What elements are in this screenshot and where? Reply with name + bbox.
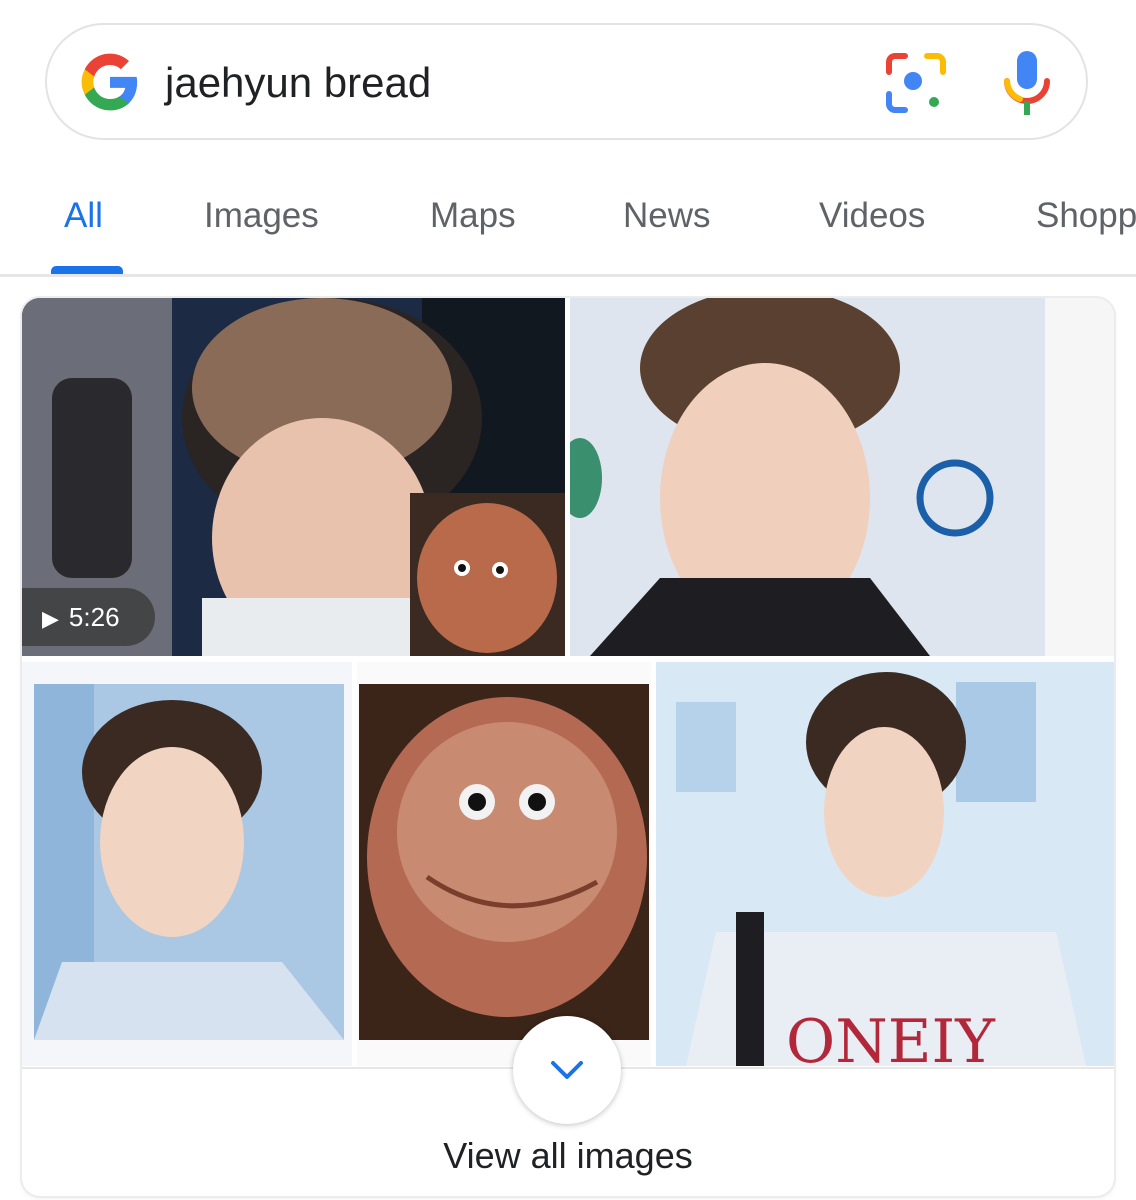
image-result[interactable] — [357, 662, 651, 1066]
result-image — [22, 662, 352, 1066]
video-duration-label: 5:26 — [68, 602, 120, 632]
result-image — [357, 662, 651, 1066]
tab-news[interactable]: News — [623, 194, 711, 238]
expand-button[interactable] — [513, 1016, 621, 1124]
tab-videos[interactable]: Videos — [819, 194, 925, 238]
image-result[interactable] — [570, 298, 1114, 656]
search-bar[interactable]: jaehyun bread — [45, 23, 1088, 140]
image-result[interactable] — [22, 662, 352, 1066]
tabs-divider — [0, 274, 1136, 277]
result-image: ONEIY — [656, 662, 1114, 1066]
image-result[interactable]: ONEIY — [656, 662, 1114, 1066]
google-logo-icon — [81, 53, 138, 111]
search-tabs: All Images Maps News Videos Shopp — [0, 180, 1136, 276]
tab-shopping[interactable]: Shopp — [1036, 194, 1136, 238]
image-result-video[interactable]: ▶ 5:26 — [22, 298, 565, 656]
result-image — [570, 298, 1114, 656]
svg-text:ONEIY: ONEIY — [786, 1007, 996, 1066]
images-card: ▶ 5:26 ONEIY View all images — [22, 298, 1114, 1196]
tab-images[interactable]: Images — [204, 194, 319, 238]
video-duration-badge: ▶ 5:26 — [22, 588, 155, 646]
tab-all[interactable]: All — [64, 194, 103, 238]
tab-maps[interactable]: Maps — [430, 194, 516, 238]
chevron-down-icon — [551, 1061, 583, 1079]
play-icon: ▶ — [42, 606, 59, 631]
google-lens-icon[interactable] — [883, 50, 949, 116]
view-all-images-link[interactable]: View all images — [22, 1134, 1114, 1178]
search-input[interactable]: jaehyun bread — [165, 53, 431, 113]
microphone-icon[interactable] — [1002, 49, 1052, 117]
